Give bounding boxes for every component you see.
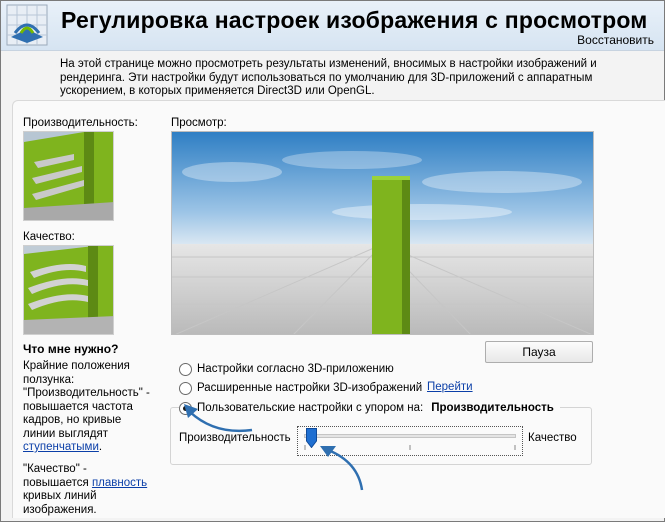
performance-thumbnail	[23, 131, 114, 221]
go-link[interactable]: Перейти	[427, 381, 473, 393]
custom-emphasis-value: Производительность	[431, 402, 554, 414]
radio-custom-emphasis-circle[interactable]	[179, 401, 192, 415]
quality-thumbnail	[23, 245, 114, 335]
preview-label: Просмотр:	[171, 117, 227, 129]
radio-app-controlled-circle[interactable]	[179, 362, 192, 376]
help-paragraph-performance: Крайние положения ползунка: "Производите…	[23, 360, 153, 455]
performance-thumb-label: Производительность:	[23, 117, 138, 129]
slider-performance-label: Производительность	[179, 432, 291, 444]
slider-ticks	[304, 445, 516, 450]
preview-3d-scene	[172, 132, 593, 334]
slider-focus-rect	[297, 426, 523, 456]
help-text-1-end: .	[98, 441, 103, 453]
quality-slider-track[interactable]	[304, 434, 516, 438]
slider-thumb[interactable]	[306, 428, 317, 448]
radio-custom-emphasis[interactable]: Пользовательские настройки с упором на: …	[179, 400, 560, 416]
radio-advanced-3d-label: Расширенные настройки 3D-изображений	[197, 382, 423, 394]
page-title: Регулировка настроек изображения с просм…	[61, 7, 648, 33]
radio-advanced-3d[interactable]: Расширенные настройки 3D-изображений	[179, 380, 422, 396]
quality-thumb-label: Качество:	[23, 231, 75, 243]
help-link-jagged[interactable]: ступенчатыми	[23, 441, 99, 453]
quality-preview-image	[24, 246, 113, 334]
help-title: Что мне нужно?	[23, 342, 119, 356]
radio-custom-emphasis-label: Пользовательские настройки с упором на:	[197, 402, 424, 414]
page-header: Регулировка настроек изображения с просм…	[1, 1, 664, 51]
preview-viewport	[171, 131, 594, 335]
page-description: На этой странице можно просмотреть резул…	[60, 58, 597, 97]
help-paragraph-quality: "Качество" - повышается плавность кривых…	[23, 463, 153, 517]
radio-app-controlled[interactable]: Настройки согласно 3D-приложению	[179, 361, 394, 377]
slider-quality-label: Качество	[528, 432, 577, 444]
help-text-2: "Качество" - повышается	[23, 463, 92, 489]
radio-advanced-3d-circle[interactable]	[179, 381, 192, 395]
help-text-2-end: кривых линий изображения.	[23, 490, 97, 516]
restore-link[interactable]: Восстановить	[577, 33, 654, 47]
pause-button[interactable]: Пауза	[485, 341, 593, 363]
help-text-1: Крайние положения ползунка: "Производите…	[23, 360, 150, 440]
nvidia-control-panel-icon	[6, 4, 48, 46]
radio-app-controlled-label: Настройки согласно 3D-приложению	[197, 363, 394, 375]
performance-preview-image	[24, 132, 113, 220]
help-link-smoothness[interactable]: плавность	[92, 477, 147, 489]
